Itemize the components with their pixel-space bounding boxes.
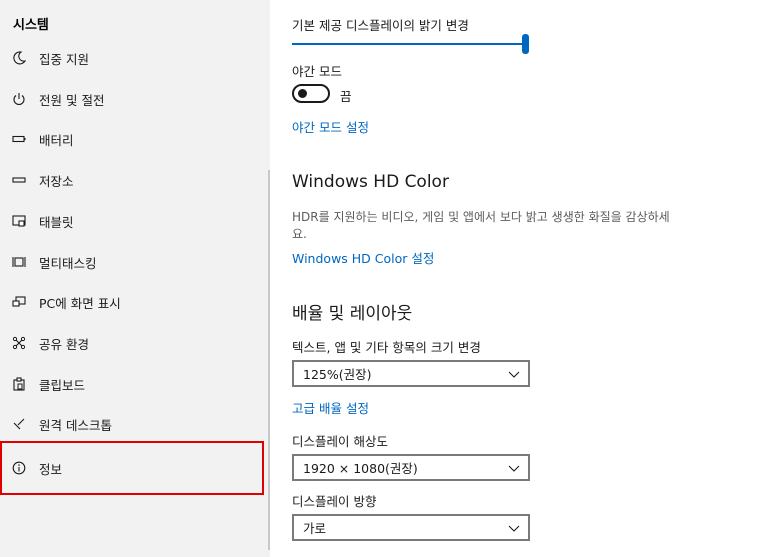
tablet-icon [11, 213, 27, 229]
sidebar-item-label: 저장소 [39, 173, 74, 189]
orientation-label: 디스플레이 방향 [292, 494, 377, 509]
sidebar-item-battery[interactable]: 배터리 [0, 121, 270, 157]
sidebar-item-power-sleep[interactable]: 전원 및 절전 [0, 81, 270, 117]
night-light-settings-link[interactable]: 야간 모드 설정 [292, 117, 369, 136]
chevron-down-icon [508, 465, 520, 472]
scale-label: 텍스트, 앱 및 기타 항목의 크기 변경 [292, 340, 481, 355]
sidebar-item-label: 클립보드 [39, 377, 86, 393]
hdr-heading: Windows HD Color [292, 172, 449, 192]
sidebar-title: 시스템 [13, 18, 49, 33]
scale-dropdown[interactable]: 125%(권장) [292, 360, 530, 387]
sidebar-item-clipboard[interactable]: 클립보드 [0, 366, 270, 402]
night-light-toggle[interactable] [292, 84, 330, 103]
sidebar-item-label: 배터리 [39, 132, 74, 148]
battery-icon [11, 131, 27, 147]
sidebar-item-tablet[interactable]: 태블릿 [0, 203, 270, 239]
sidebar-item-label: 멀티태스킹 [39, 255, 97, 271]
sidebar-item-label: 정보 [39, 461, 63, 477]
sidebar-item-remote-desktop[interactable]: 원격 데스크톱 [0, 406, 270, 442]
sidebar-item-label: PC에 화면 표시 [39, 295, 121, 311]
sidebar-item-about[interactable]: 정보 [0, 441, 264, 495]
power-icon [11, 91, 27, 107]
share-icon [11, 335, 27, 351]
info-icon [11, 460, 27, 476]
moon-icon [11, 50, 27, 66]
sidebar-item-label: 전원 및 절전 [39, 92, 105, 108]
advanced-scaling-link[interactable]: 고급 배율 설정 [292, 398, 369, 417]
sidebar-item-label: 태블릿 [39, 214, 74, 230]
brightness-slider-track[interactable] [292, 43, 528, 45]
sidebar: 시스템 집중 지원 전원 및 절전 배터리 저장소 태블릿 멀티태스킹 PC에 … [0, 0, 270, 557]
hdr-settings-link[interactable]: Windows HD Color 설정 [292, 248, 434, 267]
hdr-description: HDR를 지원하는 비디오, 게임 및 앱에서 보다 밝고 생생한 화질을 감상… [292, 210, 670, 241]
clipboard-icon [11, 376, 27, 392]
sidebar-item-label: 원격 데스크톱 [39, 417, 112, 433]
resolution-dropdown-value: 1920 × 1080(권장) [303, 461, 418, 476]
night-light-label: 야간 모드 [292, 64, 342, 79]
resolution-dropdown[interactable]: 1920 × 1080(권장) [292, 454, 530, 481]
project-icon [11, 294, 27, 310]
multitasking-icon [11, 254, 27, 270]
scale-dropdown-value: 125%(권장) [303, 367, 372, 382]
resolution-label: 디스플레이 해상도 [292, 434, 388, 449]
brightness-slider-thumb[interactable] [522, 34, 529, 54]
chevron-down-icon [508, 525, 520, 532]
toggle-knob [298, 89, 307, 98]
sidebar-item-focus-assist[interactable]: 집중 지원 [0, 40, 270, 76]
chevron-down-icon [508, 371, 520, 378]
storage-icon [11, 172, 27, 188]
brightness-label: 기본 제공 디스플레이의 밝기 변경 [292, 18, 469, 33]
sidebar-item-label: 집중 지원 [39, 51, 89, 67]
sidebar-item-project-to-pc[interactable]: PC에 화면 표시 [0, 284, 270, 320]
remote-desktop-icon [11, 416, 27, 432]
night-light-state: 끔 [340, 89, 352, 104]
sidebar-item-label: 공유 환경 [39, 336, 89, 352]
orientation-dropdown-value: 가로 [303, 521, 327, 536]
sidebar-item-multitasking[interactable]: 멀티태스킹 [0, 244, 270, 280]
orientation-dropdown[interactable]: 가로 [292, 514, 530, 541]
main-content: 기본 제공 디스플레이의 밝기 변경 야간 모드 끔 야간 모드 설정 Wind… [270, 0, 759, 557]
scale-heading: 배율 및 레이아웃 [292, 304, 413, 324]
sidebar-item-storage[interactable]: 저장소 [0, 162, 270, 198]
sidebar-item-shared-experiences[interactable]: 공유 환경 [0, 325, 270, 361]
